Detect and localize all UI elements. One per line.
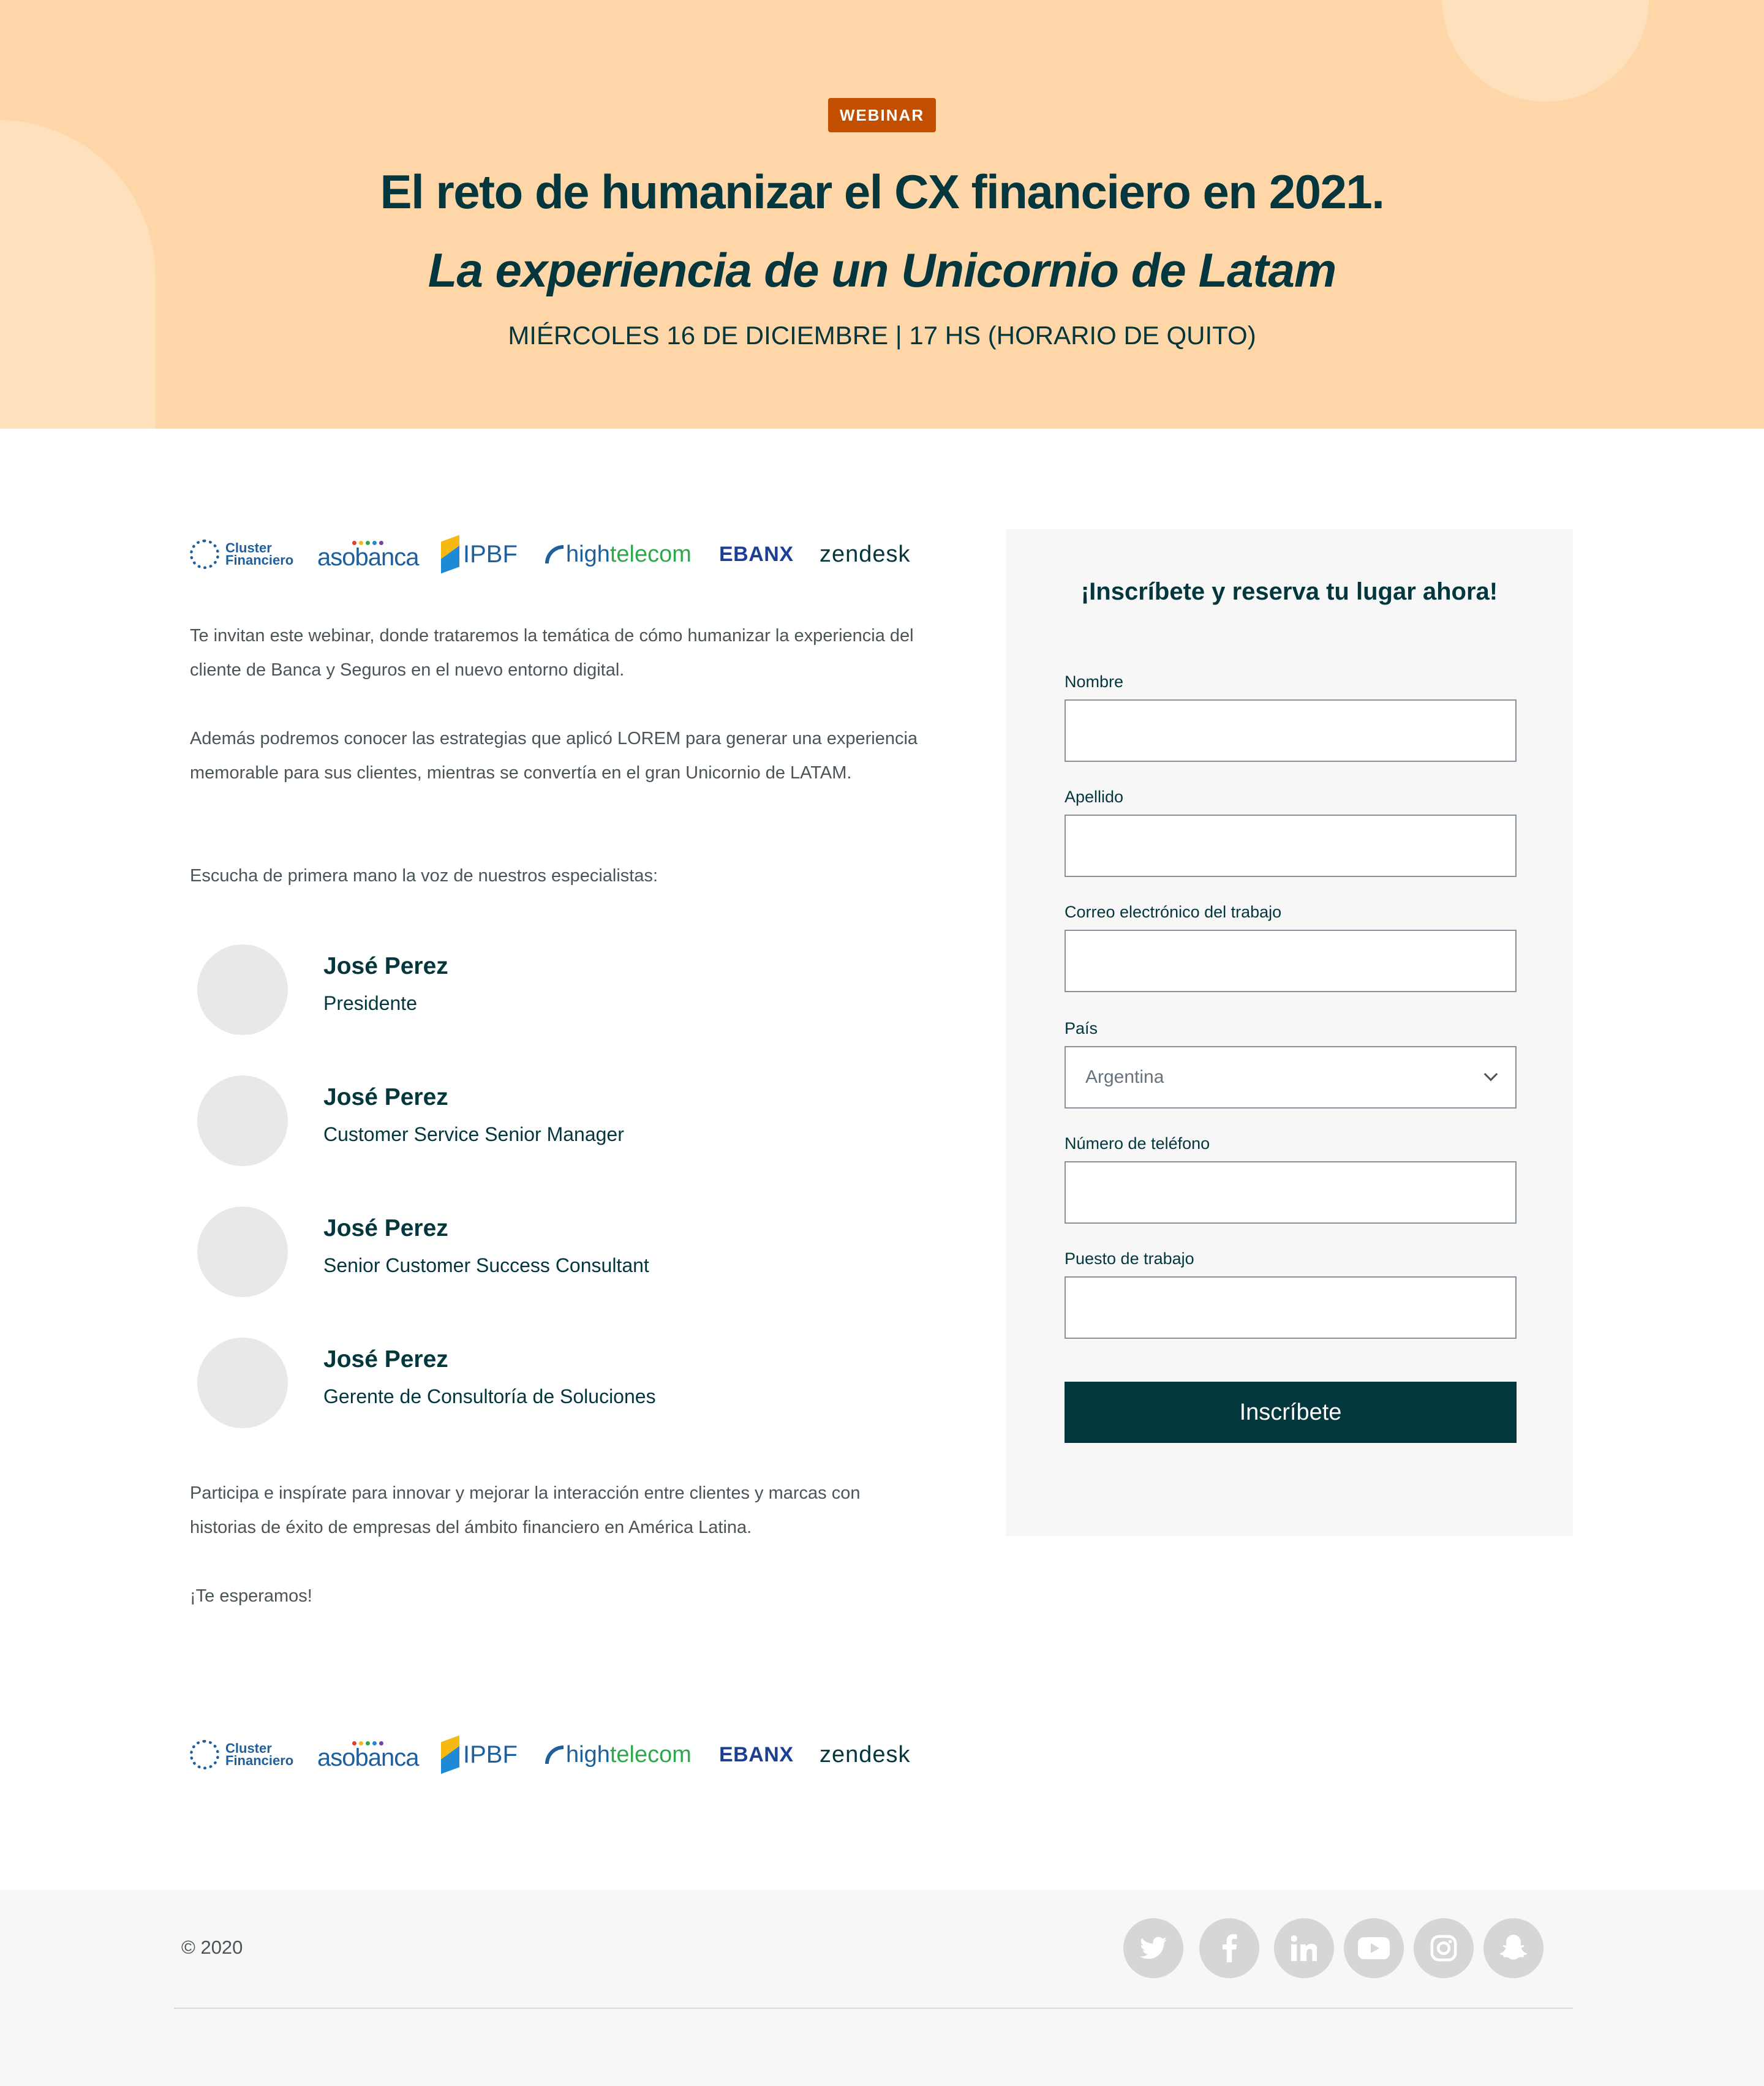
registration-form: ¡Inscríbete y reserva tu lugar ahora! No… <box>1006 529 1573 1536</box>
speaker-role: Senior Customer Success Consultant <box>323 1254 649 1276</box>
hightelecom-logo-text-a: high <box>566 541 610 567</box>
first-name-input[interactable] <box>1065 699 1517 762</box>
twitter-icon[interactable] <box>1123 1918 1183 1978</box>
zendesk-logo: zendesk <box>820 533 911 576</box>
sponsor-logos-bottom: Cluster Financiero asobanca IPBF high tel… <box>190 1733 919 1776</box>
hightelecom-logo: high telecom <box>545 1733 692 1776</box>
ipbf-logo-text: IPBF <box>463 540 518 568</box>
zendesk-logo-text: zendesk <box>820 541 911 567</box>
cluster-financiero-logo: Cluster Financiero <box>190 1733 293 1776</box>
country-label: País <box>1065 1019 1098 1037</box>
page-footer: © 2020 <box>0 1890 1764 2086</box>
copyright-text: © 2020 <box>181 1937 243 1958</box>
cluster-financiero-logo: Cluster Financiero <box>190 533 293 576</box>
webinar-badge: WEBINAR <box>828 98 936 132</box>
cluster-ring-icon <box>190 540 219 569</box>
hero-banner: WEBINAR El reto de humanizar el CX finan… <box>0 0 1764 429</box>
sponsor-logos-top: Cluster Financiero asobanca IPBF high tel… <box>190 533 919 576</box>
ipbf-mark-icon <box>441 535 459 574</box>
chevron-down-icon <box>1483 1067 1498 1082</box>
avatar <box>197 1207 288 1297</box>
speaker-name: José Perez <box>323 1084 448 1110</box>
ebanx-logo: EBANX <box>719 1733 794 1776</box>
intro-paragraph-2: Además podremos conocer las estrategias … <box>190 729 918 783</box>
last-name-input[interactable] <box>1065 815 1517 877</box>
cluster-ring-icon <box>190 1740 219 1769</box>
asobanca-logo-text: asobanca <box>317 1744 419 1771</box>
form-title: ¡Inscríbete y reserva tu lugar ahora! <box>1080 578 1498 605</box>
speaker-role: Gerente de Consultoría de Soluciones <box>323 1385 656 1407</box>
hightelecom-logo: high telecom <box>545 533 692 576</box>
asobanca-logo: asobanca <box>317 533 419 576</box>
event-date: MIÉRCOLES 16 DE DICIEMBRE | 17 HS (HORAR… <box>508 321 1256 350</box>
page-subtitle: La experiencia de un Unicornio de Latam <box>428 243 1336 297</box>
closing-paragraph: Participa e inspírate para innovar y mej… <box>190 1483 861 1537</box>
youtube-icon[interactable] <box>1344 1918 1404 1978</box>
hightelecom-mark-icon <box>545 1745 564 1764</box>
page-title: El reto de humanizar el CX financiero en… <box>380 165 1385 219</box>
linkedin-icon[interactable] <box>1274 1918 1334 1978</box>
submit-button[interactable]: Inscríbete <box>1065 1382 1517 1443</box>
ipbf-mark-icon <box>441 1735 459 1774</box>
zendesk-logo: zendesk <box>820 1733 911 1776</box>
snapchat-icon[interactable] <box>1483 1918 1544 1978</box>
intro-paragraph-3: Escucha de primera mano la voz de nuestr… <box>190 866 658 886</box>
hightelecom-logo-text-b: telecom <box>609 541 692 567</box>
hightelecom-logo-text-b: telecom <box>609 1741 692 1768</box>
speaker-role: Customer Service Senior Manager <box>323 1123 624 1145</box>
intro-paragraph-1: Te invitan este webinar, donde trataremo… <box>190 626 914 680</box>
speaker-name: José Perez <box>323 953 448 979</box>
email-label: Correo electrónico del trabajo <box>1065 903 1282 921</box>
avatar <box>197 1338 288 1428</box>
ebanx-logo-text: EBANX <box>719 1742 794 1766</box>
facebook-icon[interactable] <box>1199 1918 1259 1978</box>
last-name-label: Apellido <box>1065 788 1124 806</box>
asobanca-logo-text: asobanca <box>317 543 419 571</box>
closing-greeting: ¡Te esperamos! <box>190 1586 312 1606</box>
email-field[interactable] <box>1065 930 1517 992</box>
first-name-label: Nombre <box>1065 672 1124 691</box>
ebanx-logo: EBANX <box>719 533 794 576</box>
job-title-label: Puesto de trabajo <box>1065 1249 1194 1268</box>
speaker-name: José Perez <box>323 1215 448 1241</box>
speaker-card: José Perez Gerente de Consultoría de Sol… <box>197 1338 871 1429</box>
ipbf-logo: IPBF <box>441 1733 518 1776</box>
ebanx-logo-text: EBANX <box>719 542 794 566</box>
cluster-logo-line2: Financiero <box>225 1753 294 1768</box>
asobanca-logo: asobanca <box>317 1733 419 1776</box>
hightelecom-logo-text-a: high <box>566 1741 610 1768</box>
job-title-input[interactable] <box>1065 1276 1517 1339</box>
speaker-card: José Perez Senior Customer Success Consu… <box>197 1207 871 1298</box>
avatar <box>197 1075 288 1166</box>
avatar <box>197 944 288 1035</box>
cluster-logo-line2: Financiero <box>225 552 294 568</box>
speaker-card: José Perez Presidente <box>197 944 871 1036</box>
ipbf-logo: IPBF <box>441 533 518 576</box>
country-select[interactable]: Argentina <box>1065 1046 1517 1109</box>
speaker-name: José Perez <box>323 1346 448 1372</box>
speaker-role: Presidente <box>323 992 417 1014</box>
phone-label: Número de teléfono <box>1065 1134 1210 1153</box>
zendesk-logo-text: zendesk <box>820 1741 911 1768</box>
footer-divider <box>174 2008 1573 2009</box>
instagram-icon[interactable] <box>1414 1918 1474 1978</box>
ipbf-logo-text: IPBF <box>463 1741 518 1768</box>
decorative-circle-right <box>1442 0 1649 102</box>
country-selected-value: Argentina <box>1085 1067 1164 1087</box>
phone-input[interactable] <box>1065 1161 1517 1224</box>
speaker-card: José Perez Customer Service Senior Manag… <box>197 1075 871 1167</box>
hightelecom-mark-icon <box>545 545 564 563</box>
